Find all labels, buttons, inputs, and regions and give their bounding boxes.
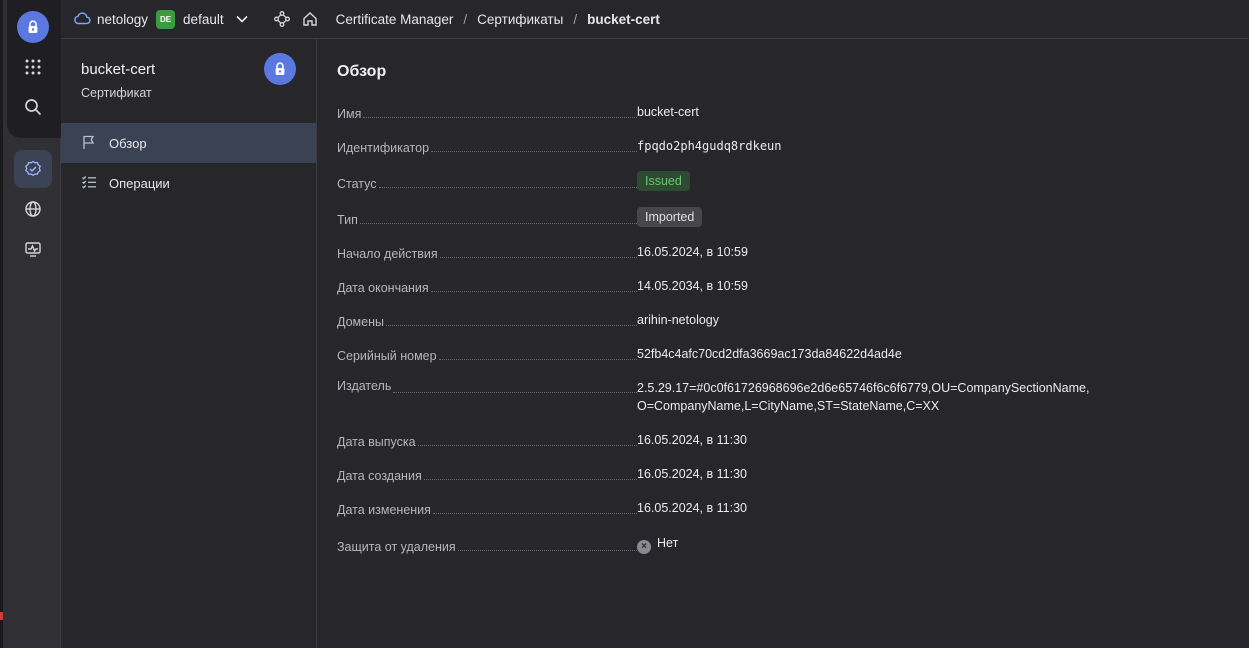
breadcrumb-separator: /	[573, 11, 578, 27]
window-edge-marker	[0, 612, 3, 620]
status-badge: Issued	[637, 171, 690, 191]
page-title: Обзор	[337, 63, 387, 80]
field-row-serial: Серийный номер 52fb4c4afc70cd2dfa3669ac1…	[337, 345, 1237, 363]
sidebar-item-label: Обзор	[109, 135, 147, 151]
sidebar-item-operations[interactable]: Операции	[61, 163, 316, 203]
field-value-name: bucket-cert	[637, 105, 699, 119]
breadcrumb-service[interactable]: Certificate Manager	[336, 12, 454, 27]
sidebar-item-overview[interactable]: Обзор	[61, 123, 316, 163]
network-nodes-icon[interactable]	[273, 11, 290, 27]
folder-name[interactable]: default	[183, 12, 224, 27]
resource-title: bucket-cert	[81, 61, 156, 78]
cloud-icon	[73, 11, 91, 28]
field-value-issued: 16.05.2024, в 11:30	[637, 433, 747, 447]
field-value-deletion-protection: Нет	[657, 536, 679, 550]
field-row-issuer: Издатель 2.5.29.17=#0c0f61726968696e2d6e…	[337, 379, 1237, 415]
field-row-created: Дата создания 16.05.2024, в 11:30	[337, 465, 1237, 483]
field-row-end: Дата окончания 14.05.2034, в 10:59	[337, 277, 1237, 295]
field-value-issuer-line1: 2.5.29.17=#0c0f61726968696e2d6e65746f6c6…	[637, 381, 1090, 395]
field-row-name: Имя bucket-cert	[337, 103, 1237, 121]
field-label: Тип	[337, 213, 358, 227]
field-label: Имя	[337, 107, 362, 121]
field-label: Начало действия	[337, 247, 438, 261]
field-label: Дата выпуска	[337, 435, 416, 449]
cloud-name: netology	[97, 11, 149, 27]
global-nav-rail	[0, 0, 61, 648]
field-value-end: 14.05.2034, в 10:59	[637, 279, 748, 293]
field-row-type: Тип Imported	[337, 207, 1237, 227]
resource-sidebar: bucket-cert Сертификат Обзор Операции	[61, 39, 317, 648]
sidebar-item-label: Операции	[109, 175, 170, 191]
home-icon[interactable]	[302, 11, 318, 27]
field-value-created: 16.05.2024, в 11:30	[637, 467, 747, 481]
folder-badge: DE	[156, 9, 176, 29]
certificate-manager-logo-icon[interactable]	[17, 11, 49, 43]
field-label: Защита от удаления	[337, 540, 456, 554]
field-label: Идентификатор	[337, 141, 430, 155]
field-row-modified: Дата изменения 16.05.2024, в 11:30	[337, 499, 1237, 517]
field-row-start: Начало действия 16.05.2024, в 10:59	[337, 243, 1237, 261]
field-label: Дата окончания	[337, 281, 429, 295]
flag-icon	[81, 134, 97, 153]
field-value-serial: 52fb4c4afc70cd2dfa3669ac173da84622d4ad4e	[637, 347, 902, 361]
window-edge	[0, 0, 3, 648]
checklist-icon	[81, 174, 97, 193]
top-bar: netology DE default Certificate Manager …	[61, 0, 1249, 39]
all-services-grid-icon[interactable]	[14, 48, 52, 86]
close-circle-icon: ×	[637, 540, 651, 554]
certificates-nav-icon[interactable]	[14, 150, 52, 188]
field-row-issued: Дата выпуска 16.05.2024, в 11:30	[337, 431, 1237, 449]
field-label: Дата изменения	[337, 503, 431, 517]
field-label: Серийный номер	[337, 349, 437, 363]
chevron-down-icon[interactable]	[236, 15, 248, 23]
globe-icon[interactable]	[14, 190, 52, 228]
breadcrumb-certificates[interactable]: Сертификаты	[477, 12, 563, 27]
breadcrumb-current: bucket-cert	[587, 11, 660, 27]
field-value-modified: 16.05.2024, в 11:30	[637, 501, 747, 515]
field-value-domains: arihin-netology	[637, 313, 719, 327]
field-row-domains: Домены arihin-netology	[337, 311, 1237, 329]
search-icon[interactable]	[14, 88, 52, 126]
certificate-lock-icon	[264, 53, 296, 85]
type-badge: Imported	[637, 207, 703, 227]
field-label: Дата создания	[337, 469, 422, 483]
field-value-start: 16.05.2024, в 10:59	[637, 245, 748, 259]
field-value-id[interactable]: fpqdo2ph4gudq8rdkeun	[637, 137, 782, 155]
breadcrumb-separator: /	[463, 11, 468, 27]
resource-type: Сертификат	[81, 86, 152, 100]
field-label: Домены	[337, 315, 384, 329]
field-value-issuer-line2: O=CompanyName,L=CityName,ST=StateName,C=…	[637, 399, 940, 413]
field-label: Статус	[337, 177, 377, 191]
field-row-id: Идентификатор fpqdo2ph4gudq8rdkeun	[337, 137, 1237, 155]
field-row-status: Статус Issued	[337, 171, 1237, 191]
monitoring-icon[interactable]	[14, 230, 52, 268]
cloud-selector[interactable]: netology	[73, 11, 148, 28]
field-label: Издатель	[337, 379, 392, 393]
field-row-deletion-protection: Защита от удаления × Нет	[337, 534, 1237, 554]
